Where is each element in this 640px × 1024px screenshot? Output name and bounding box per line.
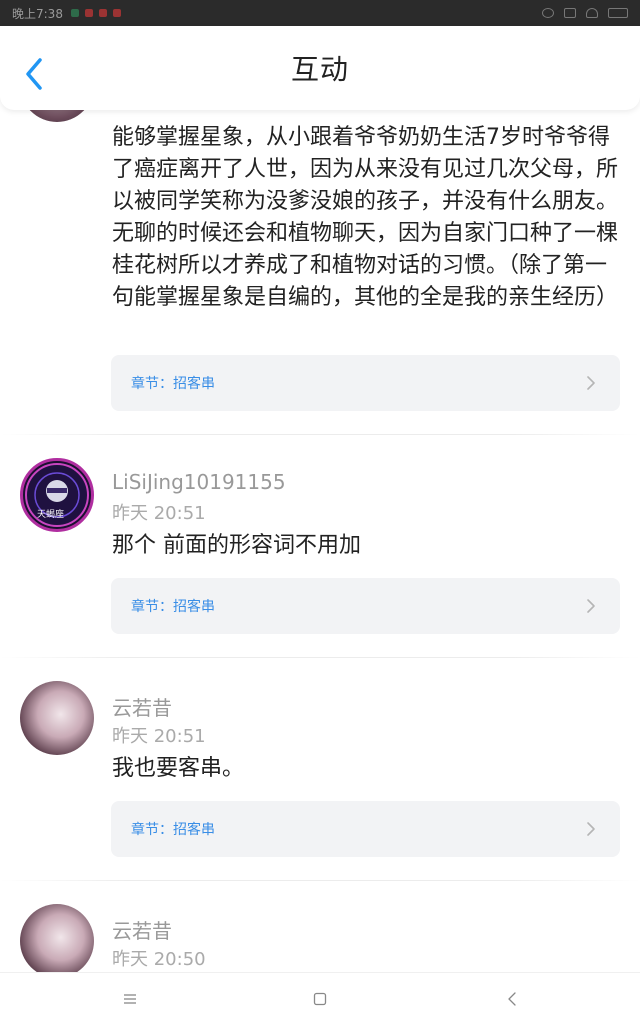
chevron-right-icon [587, 822, 595, 836]
divider [0, 657, 640, 658]
avatar[interactable] [20, 681, 94, 755]
status-icons [542, 8, 628, 18]
alarm-icon [542, 8, 554, 18]
chapter-label: 章节：招客串 [131, 822, 215, 838]
status-time: 晚上7:38 [12, 6, 63, 21]
notification-icon [112, 9, 121, 17]
timestamp: 昨天 20:51 [112, 726, 206, 747]
chapter-label: 章节：招客串 [131, 599, 215, 615]
comment-item: 天蝎座 LiSiJing10191155 昨天 20:51 那个 前面的形容词不… [0, 436, 640, 658]
notification-icon [84, 9, 93, 17]
timestamp: 昨天 20:51 [112, 503, 206, 524]
comment-text: 那个 前面的形容词不用加 [112, 533, 361, 558]
comment-text: 能够掌握星象，从小跟着爷爷奶奶生活7岁时爷爷得了癌症离开了人世，因为从来没有见过… [112, 125, 619, 310]
back-button[interactable] [18, 54, 50, 94]
battery-icon [608, 8, 628, 18]
avatar[interactable] [20, 110, 94, 122]
page-title: 互动 [290, 53, 349, 86]
chevron-right-icon [587, 599, 595, 613]
avatar[interactable]: 天蝎座 [20, 458, 94, 532]
divider [0, 434, 640, 435]
username[interactable]: 云若昔 [112, 915, 172, 944]
comment-item: 云若昔 昨天 20:51 我也要客串。 章节：招客串 [0, 659, 640, 882]
notification-icon [98, 9, 107, 17]
home-button[interactable] [308, 987, 332, 1011]
chevron-right-icon [587, 376, 595, 390]
header: 互动 [0, 26, 640, 110]
chapter-link[interactable]: 章节：招客串 [111, 801, 620, 857]
chevron-left-icon [26, 58, 42, 90]
wifi-icon [586, 8, 598, 18]
comment-item: 云若昔 昨天 20:50 [0, 882, 640, 972]
divider [0, 880, 640, 881]
username[interactable]: LiSiJing10191155 [112, 470, 286, 494]
chapter-link[interactable]: 章节：招客串 [111, 578, 620, 634]
status-bar: 晚上7:38 [0, 0, 640, 26]
comment-text: 我也要客串。 [112, 756, 245, 781]
home-square-icon [313, 992, 327, 1006]
comment-list[interactable]: 能够掌握星象，从小跟着爷爷奶奶生活7岁时爷爷得了癌症离开了人世，因为从来没有见过… [0, 110, 640, 972]
notification-icon [70, 9, 79, 17]
avatar[interactable] [20, 904, 94, 972]
back-triangle-icon [508, 992, 516, 1006]
chapter-label: 章节：招客串 [131, 376, 215, 392]
username[interactable]: 云若昔 [112, 692, 172, 721]
notification-icons [70, 9, 121, 17]
menu-button[interactable] [118, 987, 142, 1011]
navigation-bar [0, 972, 640, 1024]
chapter-link[interactable]: 章节：招客串 [111, 355, 620, 411]
comment-item: 能够掌握星象，从小跟着爷爷奶奶生活7岁时爷爷得了癌症离开了人世，因为从来没有见过… [0, 110, 640, 436]
signal-icon [564, 8, 576, 18]
system-back-button[interactable] [500, 987, 524, 1011]
avatar-badge: 天蝎座 [37, 510, 65, 520]
menu-icon [124, 994, 136, 1004]
timestamp: 昨天 20:50 [112, 949, 206, 970]
